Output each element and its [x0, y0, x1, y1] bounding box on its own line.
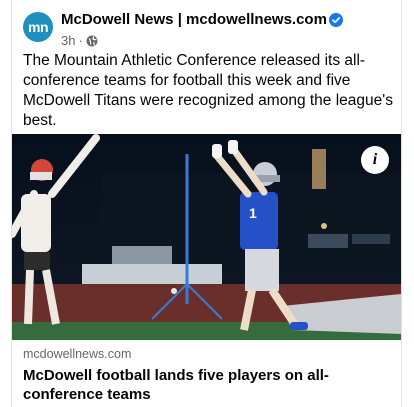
post-meta: 3h ·: [61, 33, 98, 48]
post-message: The Mountain Athletic Conference release…: [23, 52, 393, 129]
avatar-initials: mn: [28, 19, 49, 35]
page-name-link[interactable]: McDowell News | mcdowellnews.com: [61, 11, 327, 28]
card-right-border: [401, 0, 402, 407]
jersey-number: 1: [249, 205, 257, 221]
link-preview[interactable]: mcdowellnews.com McDowell football lands…: [12, 340, 401, 407]
link-headline[interactable]: McDowell football lands five players on …: [23, 366, 393, 404]
football-photo-illustration: 1: [12, 134, 401, 340]
post-photo[interactable]: 1: [12, 134, 401, 340]
facebook-post-card: mn McDowell News | mcdowellnews.com 3h ·…: [0, 0, 414, 407]
link-domain: mcdowellnews.com: [23, 347, 132, 361]
globe-icon[interactable]: [86, 35, 98, 47]
meta-separator: ·: [78, 33, 83, 48]
page-avatar[interactable]: mn: [23, 12, 53, 42]
post-timestamp[interactable]: 3h: [61, 33, 75, 48]
verified-badge-icon: [329, 13, 343, 27]
info-icon[interactable]: i: [361, 146, 389, 174]
